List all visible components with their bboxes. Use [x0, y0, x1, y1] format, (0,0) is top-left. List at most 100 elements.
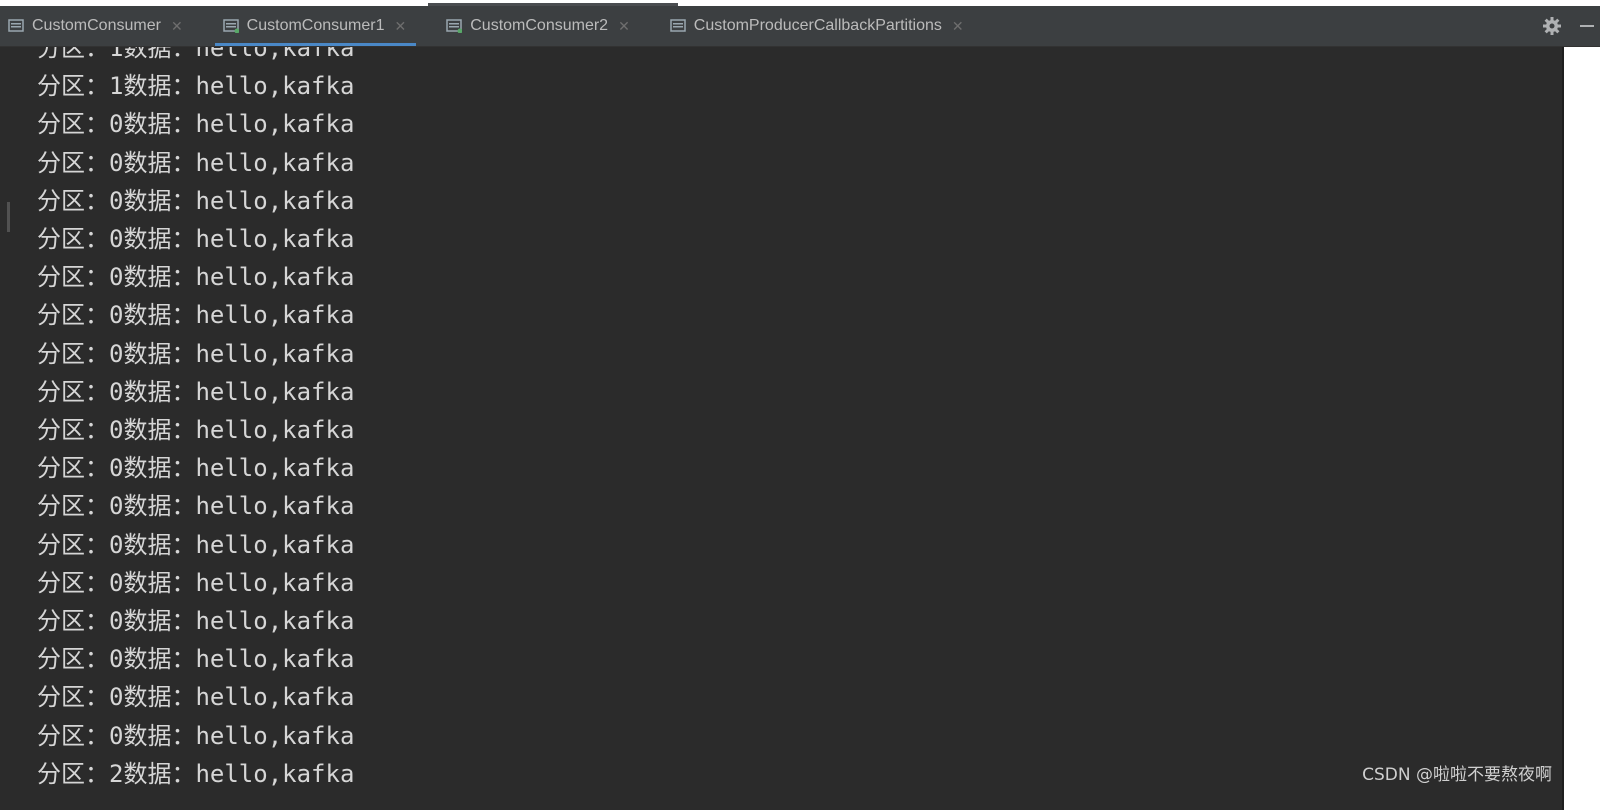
tab-custom-consumer[interactable]: CustomConsumer ✕ — [0, 6, 193, 46]
partition-value: 0 — [109, 530, 124, 559]
minimize-icon[interactable] — [1580, 25, 1594, 27]
tab-bar-toolbar — [1542, 6, 1600, 46]
tab-label: CustomConsumer2 — [470, 17, 609, 34]
partition-label: 分区： — [37, 377, 109, 406]
partition-value: 0 — [109, 416, 124, 444]
data-label: 数据： — [123, 683, 196, 712]
partition-value: 0 — [109, 339, 124, 368]
data-value: hello,kafka — [195, 454, 355, 483]
console-line: 分区：0数据：hello,kafka — [37, 258, 354, 296]
data-label: 数据： — [123, 148, 196, 177]
data-value: hello,kafka — [195, 225, 355, 253]
console-icon — [8, 19, 24, 33]
data-value: hello,kafka — [195, 492, 355, 521]
partition-label: 分区： — [37, 530, 109, 559]
partition-label: 分区： — [37, 72, 109, 101]
console-line: 分区：0数据：hello,kafka — [37, 105, 354, 143]
partition-value: 0 — [109, 377, 124, 406]
data-label: 数据： — [123, 568, 196, 597]
data-value: hello,kafka — [195, 568, 355, 597]
partition-value: 0 — [109, 492, 124, 521]
data-label: 数据： — [123, 301, 196, 330]
partition-label: 分区： — [37, 47, 109, 62]
partition-label: 分区： — [37, 721, 109, 750]
partition-label: 分区： — [37, 339, 109, 368]
console-line: 分区：0数据：hello,kafka — [37, 487, 354, 525]
partition-label: 分区： — [37, 683, 109, 712]
partition-label: 分区： — [37, 148, 109, 177]
console-line: 分区：0数据：hello,kafka — [37, 564, 354, 602]
tab-label: CustomConsumer1 — [246, 17, 385, 34]
partition-value: 0 — [109, 683, 124, 712]
partition-value: 0 — [109, 148, 124, 177]
partition-label: 分区： — [37, 645, 109, 674]
partition-value: 0 — [109, 568, 124, 597]
data-label: 数据： — [123, 186, 196, 215]
console-line: 分区：1数据：hello,kafka — [37, 47, 354, 67]
data-value: hello,kafka — [195, 110, 355, 139]
data-value: hello,kafka — [195, 47, 355, 62]
partition-label: 分区： — [37, 759, 109, 788]
data-label: 数据： — [123, 72, 196, 101]
close-icon[interactable]: ✕ — [171, 19, 183, 33]
console-icon — [670, 19, 686, 33]
console-running-icon — [446, 19, 463, 33]
data-value: hello,kafka — [195, 721, 355, 750]
data-label: 数据： — [123, 47, 196, 62]
data-label: 数据： — [123, 721, 196, 750]
partition-value: 1 — [109, 47, 124, 62]
data-value: hello,kafka — [195, 377, 355, 406]
console-line: 分区：0数据：hello,kafka — [37, 335, 354, 373]
tab-custom-consumer2[interactable]: CustomConsumer2 ✕ — [438, 6, 640, 46]
left-gutter — [0, 47, 10, 810]
run-tab-bar: CustomConsumer ✕ CustomConsumer1 ✕ Custo… — [0, 6, 1600, 47]
tab-label: CustomProducerCallbackPartitions — [693, 17, 942, 34]
right-side-panel — [1564, 47, 1600, 810]
partition-value: 0 — [109, 454, 124, 483]
partition-value: 2 — [109, 759, 124, 788]
console-line: 分区：0数据：hello,kafka — [37, 640, 354, 678]
data-label: 数据： — [123, 377, 196, 406]
tab-custom-consumer1[interactable]: CustomConsumer1 ✕ — [214, 6, 417, 46]
console-output[interactable]: 分区：1数据：hello,kafka 分区：1数据：hello,kafka 分区：0… — [37, 47, 1537, 810]
data-value: hello,kafka — [195, 416, 355, 444]
close-icon[interactable]: ✕ — [395, 19, 407, 33]
data-value: hello,kafka — [195, 683, 355, 712]
partition-label: 分区： — [37, 225, 109, 253]
tab-custom-producer-callback-partitions[interactable]: CustomProducerCallbackPartitions ✕ — [662, 6, 974, 46]
partition-label: 分区： — [37, 607, 109, 635]
data-label: 数据： — [123, 263, 196, 292]
data-label: 数据： — [123, 607, 196, 635]
partition-value: 0 — [109, 263, 124, 292]
scroll-marker — [7, 202, 10, 232]
console-line: 分区：0数据：hello,kafka — [37, 449, 354, 487]
data-label: 数据： — [123, 339, 196, 368]
data-value: hello,kafka — [195, 759, 355, 788]
data-label: 数据： — [123, 416, 196, 444]
data-label: 数据： — [123, 225, 196, 253]
partition-label: 分区： — [37, 454, 109, 483]
console-line: 分区：0数据：hello,kafka — [37, 411, 354, 449]
close-icon[interactable]: ✕ — [952, 19, 964, 33]
console-line: 分区：0数据：hello,kafka — [37, 373, 354, 411]
data-value: hello,kafka — [195, 607, 355, 635]
partition-value: 0 — [109, 721, 124, 750]
gear-icon[interactable] — [1542, 16, 1562, 36]
data-value: hello,kafka — [195, 263, 355, 292]
tab-label: CustomConsumer — [32, 17, 161, 34]
partition-value: 0 — [109, 645, 124, 674]
data-value: hello,kafka — [195, 645, 355, 674]
data-value: hello,kafka — [195, 72, 355, 101]
console-line: 分区：0数据：hello,kafka — [37, 602, 354, 640]
console-line: 分区：0数据：hello,kafka — [37, 717, 354, 755]
data-value: hello,kafka — [195, 339, 355, 368]
partition-label: 分区： — [37, 186, 109, 215]
console-line: 分区：0数据：hello,kafka — [37, 296, 354, 334]
data-value: hello,kafka — [195, 148, 355, 177]
partition-value: 1 — [109, 72, 124, 101]
data-label: 数据： — [123, 530, 196, 559]
close-icon[interactable]: ✕ — [618, 19, 630, 33]
partition-label: 分区： — [37, 301, 109, 330]
data-value: hello,kafka — [195, 530, 355, 559]
data-label: 数据： — [123, 759, 196, 788]
